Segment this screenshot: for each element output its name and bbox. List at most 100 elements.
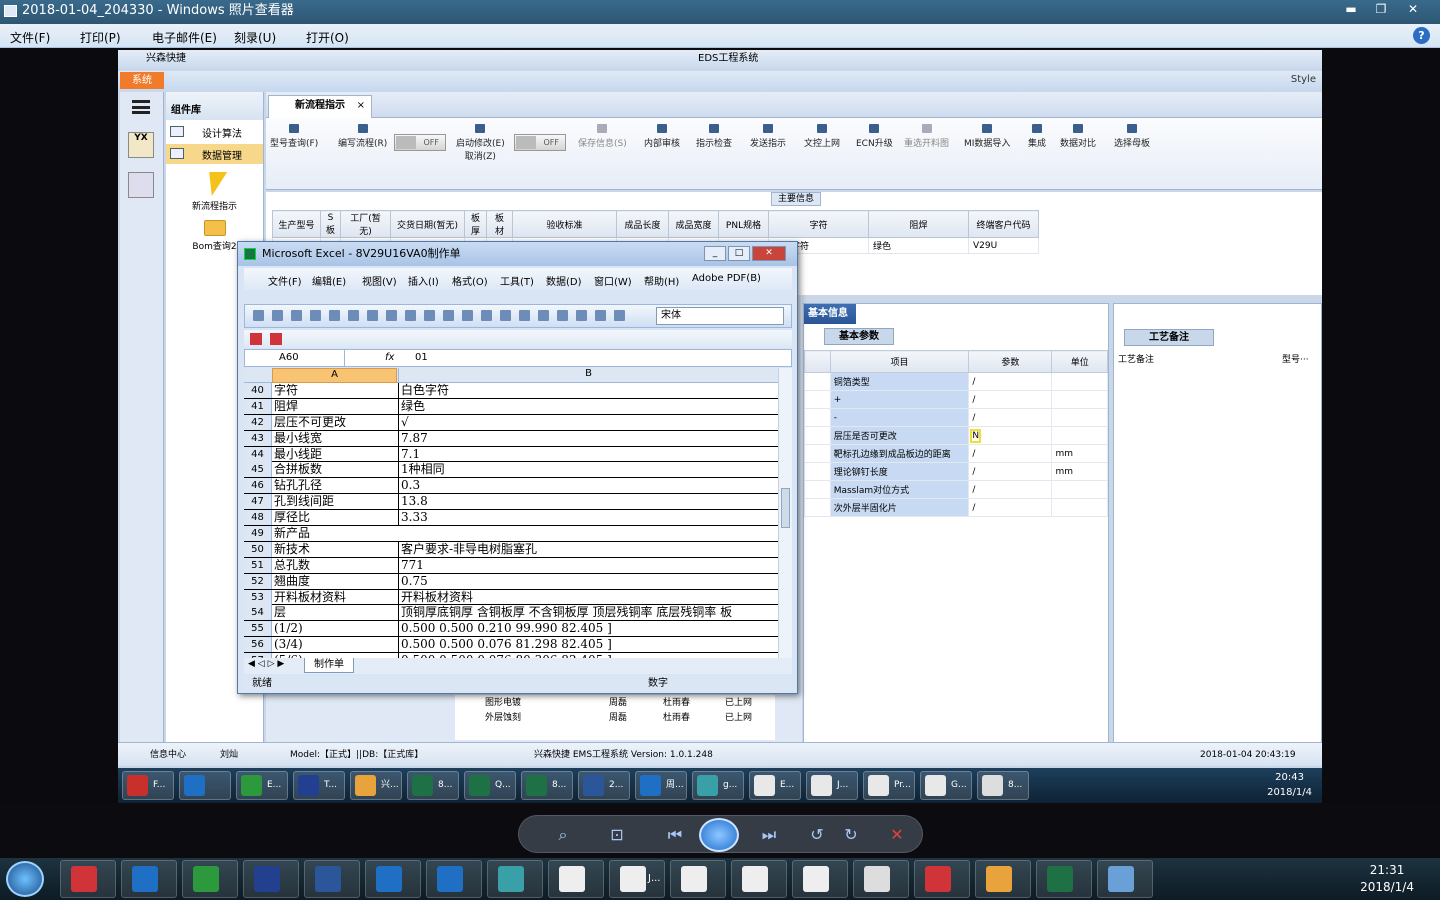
table-row[interactable]: 次外层半固化片 / [804,498,1108,517]
tab-new-process[interactable]: 新流程指示 × [268,95,372,118]
table-row[interactable]: 52 翘曲度 0.75 [244,573,778,590]
taskbar-item[interactable] [179,771,231,800]
taskbar-item[interactable] [365,860,421,898]
cell-b[interactable]: 开料板材资料 [398,589,778,605]
taskbar-item[interactable]: 8... [407,771,459,800]
comp-item-design[interactable]: 设计算法 [166,122,263,142]
start-button[interactable] [6,861,44,897]
pdf-convert-icon[interactable] [270,333,282,345]
table-row[interactable]: 42 层压不可更改 √ [244,414,778,431]
cell-b[interactable]: 0.500 0.500 0.210 99.990 82.405 ] [398,621,778,637]
excel-menu-item[interactable]: 视图(V) [362,273,397,288]
row-number[interactable]: 54 [244,605,272,621]
toolbar-icon[interactable] [443,310,454,321]
param-cell[interactable]: / [968,408,1053,427]
toolbar-button[interactable]: ECN升级 [856,124,893,149]
craft-note-tab[interactable]: 工艺备注 [1124,329,1214,346]
toolbar-button[interactable]: 保存信息(S) [578,124,627,149]
excel-menu-item[interactable]: 数据(D) [546,273,582,288]
cell-a[interactable]: 总孔数 [274,558,396,573]
toolbar-button[interactable]: 重选开料图 [904,124,949,149]
taskbar-item[interactable]: E... [236,771,288,800]
cell-a[interactable]: 翘曲度 [274,574,396,589]
row-number[interactable]: 46 [244,478,272,494]
param-cell[interactable] [1051,372,1108,391]
system-tab[interactable]: 系统 [120,72,164,89]
menu-email[interactable]: 电子邮件(E) [152,29,217,46]
toolbar-icon[interactable] [253,310,264,321]
row-number[interactable]: 45 [244,462,272,478]
param-cell[interactable]: / [968,444,1053,463]
sheet-tab[interactable]: 制作单 [304,658,354,673]
cell-a[interactable]: (3/4) [274,637,396,652]
cell-b[interactable]: 0.500 0.500 0.076 81.298 82.405 ] [398,637,778,653]
param-cell[interactable]: / [968,480,1053,499]
rotate-right-icon[interactable]: ↻ [841,826,861,844]
grid-header[interactable]: 生产型号 [272,210,321,238]
cell-a[interactable]: 新产品 [274,526,396,541]
taskbar-item[interactable]: Q... [464,771,516,800]
toolbar-button[interactable]: 文控上网 [804,124,840,149]
taskbar-item[interactable] [487,860,543,898]
toolbar-icon[interactable] [329,310,340,321]
cell-a[interactable]: 新技术 [274,542,396,557]
param-cell[interactable]: + [829,390,970,409]
param-cell[interactable]: / [968,498,1053,517]
taskbar-item[interactable] [975,860,1031,898]
param-cell[interactable] [1051,408,1108,427]
zoom-icon[interactable]: ⌕ [553,826,573,844]
cell-b[interactable]: 绿色 [398,398,778,414]
table-row[interactable]: 40 字符 白色字符 [244,383,778,399]
table-row[interactable]: 51 总孔数 771 [244,557,778,574]
excel-menu-item[interactable]: 帮助(H) [644,273,679,288]
taskbar-item[interactable] [792,860,848,898]
toolbar-icon[interactable] [405,310,416,321]
grid-header[interactable]: 字符 [768,210,869,238]
cell-a[interactable]: (1/2) [274,621,396,636]
taskbar-item[interactable]: 8... [521,771,573,800]
excel-menu-item[interactable]: 格式(O) [452,273,488,288]
hamburger-icon[interactable] [132,100,150,114]
param-cell[interactable]: / [968,372,1053,391]
style-menu[interactable]: Style [1291,74,1316,85]
grid-header[interactable]: S板 [320,210,341,238]
taskbar-item[interactable] [1036,860,1092,898]
pdf-icon[interactable] [250,333,262,345]
taskbar-item[interactable]: 周... [635,771,687,800]
toolbar-icon[interactable] [538,310,549,321]
cell-a[interactable]: 孔到线间距 [274,494,396,509]
next-icon[interactable]: ⏭ [759,826,779,844]
excel-menu-item[interactable]: Adobe PDF(B) [692,273,761,284]
param-cell[interactable]: 理论铆钉长度 [829,462,970,481]
toolbar-icon[interactable] [424,310,435,321]
param-header[interactable]: 项目 [829,350,970,373]
cell-a[interactable]: 阻焊 [274,399,396,414]
menu-file[interactable]: 文件(F) [10,29,50,46]
cell-a[interactable]: 钻孔孔径 [274,478,396,493]
table-row[interactable]: 48 厚径比 3.33 [244,510,778,527]
row-number[interactable]: 50 [244,541,272,557]
excel-menu-item[interactable]: 文件(F) [268,273,302,288]
toolbar-icon[interactable] [310,310,321,321]
taskbar-item[interactable] [1097,860,1153,898]
toolbar-button[interactable]: MI数据导入 [964,124,1010,149]
param-header[interactable] [804,350,831,373]
toolbar-button[interactable]: 选择母板 [1114,124,1150,149]
param-cell[interactable]: - [829,408,970,427]
row-number[interactable]: 40 [244,383,272,398]
toolbar-button[interactable]: 指示检查 [696,124,732,149]
column-a-header[interactable]: A [272,368,397,383]
table-row[interactable]: 56 (3/4) 0.500 0.500 0.076 81.298 82.405 ] [244,637,778,654]
taskbar-item[interactable] [121,860,177,898]
param-cell[interactable]: 靶标孔边缘到成品板边的距离 [829,444,970,463]
toolbar-icon[interactable] [576,310,587,321]
row-number[interactable]: 56 [244,637,272,653]
scroll-thumb[interactable] [781,488,790,528]
delete-icon[interactable]: ✕ [887,826,907,844]
table-row[interactable]: Masslam对位方式 / [804,480,1108,499]
taskbar-item[interactable] [670,860,726,898]
toolbar-icon[interactable] [481,310,492,321]
grid-header[interactable]: 成品宽度 [668,210,719,238]
grid-header[interactable]: 成品长度 [616,210,669,238]
param-cell[interactable]: 铜箔类型 [829,372,970,391]
